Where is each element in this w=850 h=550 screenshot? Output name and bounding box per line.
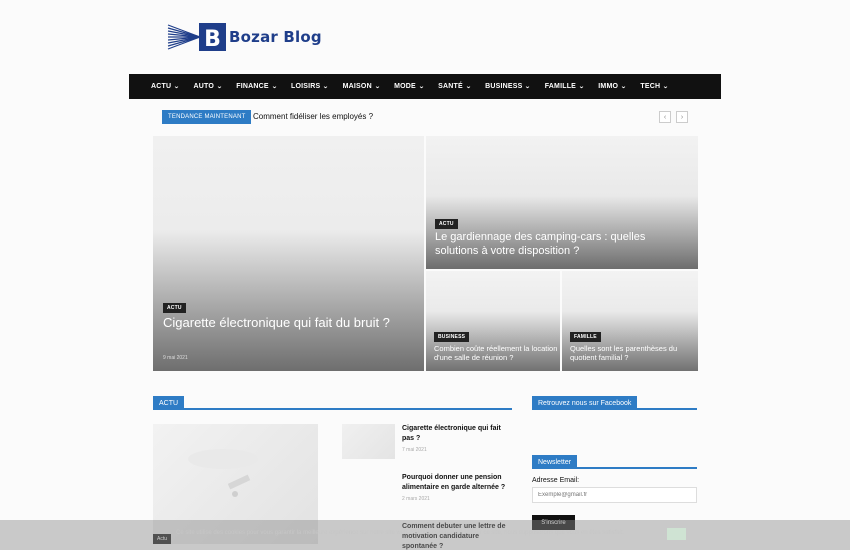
trending-next-button[interactable]: › bbox=[676, 111, 688, 123]
featured-top-right[interactable]: ACTU Le gardiennage des camping-cars : q… bbox=[426, 136, 698, 269]
chevron-down-icon: ⌄ bbox=[620, 84, 627, 90]
category-badge[interactable]: ACTU bbox=[163, 303, 186, 313]
trending-prev-button[interactable]: ‹ bbox=[659, 111, 671, 123]
list-item-title[interactable]: Pourquoi donner une pension alimentaire … bbox=[402, 473, 512, 493]
trending-badge: TENDANCE MAINTENANT bbox=[162, 110, 252, 124]
chevron-down-icon: ⌄ bbox=[322, 84, 330, 90]
featured-grid: ACTU Cigarette électronique qui fait du … bbox=[153, 136, 698, 371]
cookie-banner: Ce site utilise des cookies pour vous ga… bbox=[0, 520, 850, 550]
chevron-down-icon: ⌄ bbox=[418, 84, 425, 90]
list-item[interactable]: Cigarette électronique qui fait pas ? 7 … bbox=[402, 424, 512, 453]
list-item-date: 2 mars 2021 bbox=[402, 495, 430, 502]
nav-item-actu[interactable]: ACTU ⌄ bbox=[151, 83, 181, 90]
site-name[interactable]: Bozar Blog bbox=[229, 28, 322, 46]
nav-item-maison[interactable]: MAISON ⌄ bbox=[343, 83, 381, 90]
email-label: Adresse Email: bbox=[532, 477, 580, 484]
chevron-down-icon: ⌄ bbox=[216, 84, 223, 90]
category-badge[interactable]: FAMILLE bbox=[570, 332, 601, 342]
nav-item-loisirs[interactable]: LOISIRS ⌄ bbox=[291, 83, 329, 90]
nav-item-immo[interactable]: IMMO ⌄ bbox=[598, 83, 626, 90]
nav-item-mode[interactable]: MODE ⌄ bbox=[394, 83, 424, 90]
list-item-title[interactable]: Cigarette électronique qui fait pas ? bbox=[402, 424, 512, 444]
section-divider bbox=[153, 408, 512, 410]
featured-main[interactable]: ACTU Cigarette électronique qui fait du … bbox=[153, 136, 424, 371]
newsletter-heading: Newsletter bbox=[532, 455, 697, 469]
chevron-down-icon: ⌄ bbox=[524, 84, 532, 90]
featured-bottom-left-title[interactable]: Combien coûte réellement la location d'u… bbox=[434, 344, 559, 363]
chevron-down-icon: ⌄ bbox=[374, 84, 381, 90]
trending-headline[interactable]: Comment fidéliser les employés ? bbox=[253, 112, 373, 121]
facebook-heading: Retrouvez nous sur Facebook bbox=[532, 396, 697, 410]
category-badge[interactable]: ACTU bbox=[435, 219, 458, 229]
featured-bottom-left[interactable]: BUSINESS Combien coûte réellement la loc… bbox=[426, 271, 560, 371]
featured-main-date: 9 mai 2021 bbox=[163, 355, 188, 361]
list-item-date: 7 mai 2021 bbox=[402, 446, 427, 453]
featured-main-title[interactable]: Cigarette électronique qui fait du bruit… bbox=[163, 315, 393, 331]
trending-bar: TENDANCE MAINTENANT Comment fidéliser le… bbox=[162, 110, 698, 124]
chevron-down-icon: ⌄ bbox=[662, 84, 669, 90]
featured-bottom-right-title[interactable]: Quelles sont les parenthèses du quotient… bbox=[570, 344, 695, 363]
section-divider bbox=[532, 408, 697, 410]
actu-section-heading: ACTU bbox=[153, 396, 512, 410]
nav-item-finance[interactable]: FINANCE ⌄ bbox=[236, 83, 277, 90]
featured-bottom-right[interactable]: FAMILLE Quelles sont les parenthèses du … bbox=[562, 271, 698, 371]
main-nav: ACTU ⌄ AUTO ⌄ FINANCE ⌄ LOISIRS ⌄ MAISON ⌄ MO… bbox=[129, 74, 721, 99]
nav-item-business[interactable]: BUSINESS ⌄ bbox=[485, 83, 531, 90]
cookie-accept-button[interactable] bbox=[667, 528, 686, 540]
chevron-down-icon: ⌄ bbox=[271, 84, 278, 90]
nav-item-auto[interactable]: AUTO ⌄ bbox=[193, 83, 222, 90]
nav-item-tech[interactable]: TECH ⌄ bbox=[640, 83, 668, 90]
section-divider bbox=[532, 467, 697, 469]
actu-thumb-image[interactable] bbox=[342, 424, 395, 459]
chevron-down-icon: ⌄ bbox=[465, 84, 472, 90]
site-header: B Bozar Blog bbox=[0, 0, 850, 74]
logo-mark-icon: B bbox=[166, 22, 226, 52]
list-item[interactable]: Pourquoi donner une pension alimentaire … bbox=[402, 473, 512, 502]
cookie-text: Ce site utilise des cookies pour vous ga… bbox=[176, 530, 625, 536]
logo-letter: B bbox=[204, 27, 221, 52]
featured-top-right-title[interactable]: Le gardiennage des camping-cars : quelle… bbox=[435, 231, 675, 259]
category-badge[interactable]: BUSINESS bbox=[434, 332, 470, 342]
chevron-down-icon: ⌄ bbox=[578, 84, 585, 90]
email-field[interactable] bbox=[532, 487, 697, 503]
nav-item-sante[interactable]: SANTÉ ⌄ bbox=[438, 83, 471, 90]
site-logo[interactable]: B Bozar Blog bbox=[166, 22, 322, 52]
chevron-down-icon: ⌄ bbox=[173, 84, 181, 90]
nav-item-famille[interactable]: FAMILLE ⌄ bbox=[545, 83, 585, 90]
